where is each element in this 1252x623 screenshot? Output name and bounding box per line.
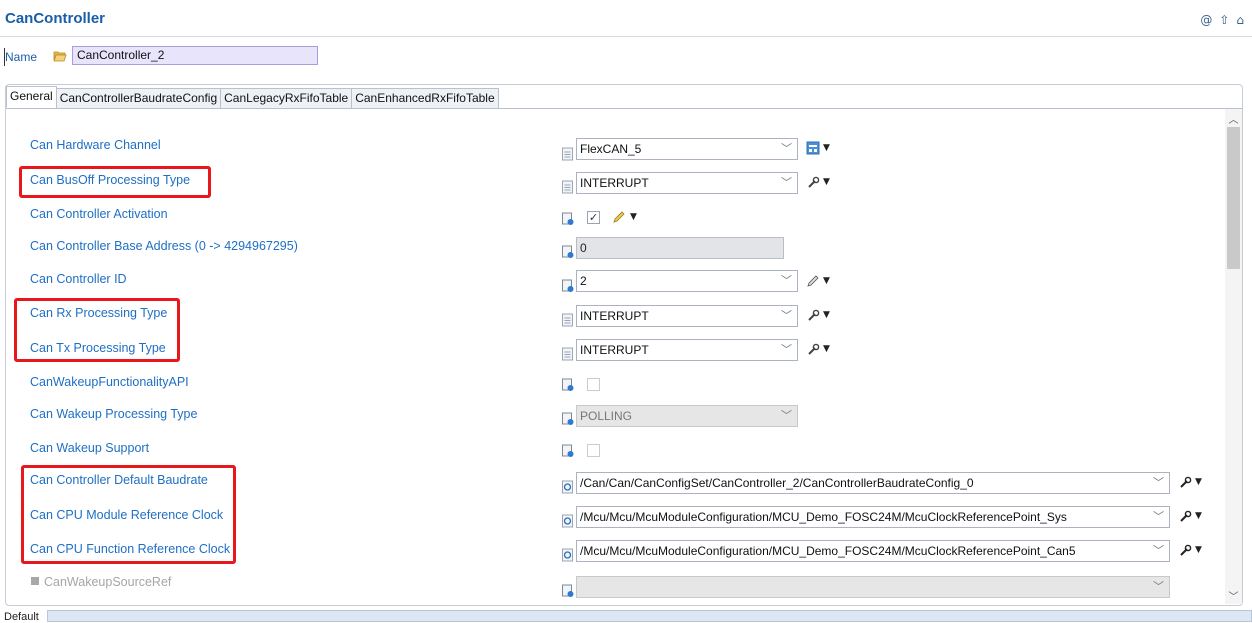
label-base-address: Can Controller Base Address (0 -> 429496…	[30, 239, 298, 253]
reference-config-icon	[562, 584, 574, 597]
header-toolbar: @ ⇧ ⌂	[1200, 13, 1244, 27]
document-icon	[562, 180, 573, 194]
wakeup-functionality-api-checkbox[interactable]	[587, 378, 600, 391]
dropdown-arrow-icon[interactable]: ▼	[823, 344, 830, 354]
editor-title: CanController	[5, 10, 106, 27]
chevron-down-icon: ﹀	[1153, 581, 1164, 593]
label-controller-id: Can Controller ID	[30, 272, 127, 286]
folder-open-icon	[53, 51, 67, 62]
dropdown-arrow-icon[interactable]: ▼	[1195, 511, 1202, 521]
label-wakeup-source-ref: CanWakeupSourceRef	[44, 575, 172, 589]
controller-id-value: 2	[580, 274, 587, 288]
chevron-down-icon: ﹀	[781, 275, 792, 287]
document-icon	[562, 313, 573, 327]
document-config-icon	[562, 245, 574, 258]
edit-pen-icon[interactable]	[806, 274, 820, 288]
dropdown-arrow-icon[interactable]: ▼	[823, 177, 830, 187]
name-field[interactable]: CanController_2	[72, 46, 318, 65]
wrench-icon[interactable]	[806, 176, 820, 190]
label-wakeup-support: Can Wakeup Support	[30, 441, 150, 455]
wrench-icon[interactable]	[806, 309, 820, 323]
base-address-field[interactable]: 0	[576, 237, 784, 259]
home-icon[interactable]: ⌂	[1236, 13, 1244, 27]
dropdown-arrow-icon[interactable]: ▼	[1195, 545, 1202, 555]
wakeup-support-checkbox[interactable]	[587, 444, 600, 457]
scroll-up-icon[interactable]: ︿	[1227, 111, 1240, 126]
controller-id-select[interactable]: 2 ﹀	[576, 270, 798, 292]
hardware-channel-value: FlexCAN_5	[580, 142, 642, 156]
wrench-icon[interactable]	[1178, 544, 1192, 558]
scroll-down-icon[interactable]: ﹀	[1227, 588, 1240, 603]
busoff-processing-select[interactable]: INTERRUPT ﹀	[576, 172, 798, 194]
document-icon	[562, 147, 573, 161]
rx-processing-select[interactable]: INTERRUPT ﹀	[576, 305, 798, 327]
default-baudrate-value: /Can/Can/CanConfigSet/CanController_2/Ca…	[580, 476, 974, 490]
tab-divider	[6, 108, 1242, 109]
up-arrow-icon[interactable]: ⇧	[1219, 13, 1229, 27]
highlight-rx-tx	[14, 298, 180, 362]
name-label: Name	[3, 48, 38, 66]
cpu-module-clock-select[interactable]: /Mcu/Mcu/McuModuleConfiguration/MCU_Demo…	[576, 506, 1170, 528]
cpu-function-clock-select[interactable]: /Mcu/Mcu/McuModuleConfiguration/MCU_Demo…	[576, 540, 1170, 562]
at-icon[interactable]: @	[1200, 13, 1212, 27]
reference-link-icon	[562, 514, 573, 528]
chevron-down-icon: ﹀	[781, 410, 792, 422]
cpu-function-clock-value: /Mcu/Mcu/McuModuleConfiguration/MCU_Demo…	[580, 544, 1076, 558]
chevron-down-icon: ﹀	[781, 177, 792, 189]
tx-processing-select[interactable]: INTERRUPT ﹀	[576, 339, 798, 361]
highlight-clock-refs	[21, 465, 236, 564]
highlight-busoff	[19, 166, 211, 198]
label-hardware-channel: Can Hardware Channel	[30, 138, 161, 152]
wrench-icon[interactable]	[1178, 476, 1192, 490]
wrench-icon[interactable]	[1178, 510, 1192, 524]
tab-bar: General CanControllerBaudrateConfig CanL…	[6, 86, 499, 108]
tab-baudrate-config[interactable]: CanControllerBaudrateConfig	[55, 88, 222, 108]
dropdown-arrow-icon[interactable]: ▼	[630, 212, 637, 222]
label-controller-activation: Can Controller Activation	[30, 207, 168, 221]
dropdown-arrow-icon[interactable]: ▼	[823, 143, 830, 153]
label-wakeup-functionality-api: CanWakeupFunctionalityAPI	[30, 375, 189, 389]
wrench-icon[interactable]	[806, 343, 820, 357]
bottom-tab-strip	[47, 610, 1252, 622]
tab-enhanced-rx-fifo[interactable]: CanEnhancedRxFifoTable	[351, 88, 499, 108]
document-config-icon	[562, 444, 574, 457]
wakeup-source-ref-select[interactable]: ﹀	[576, 576, 1170, 598]
wakeup-processing-select[interactable]: POLLING ﹀	[576, 405, 798, 427]
cpu-module-clock-value: /Mcu/Mcu/McuModuleConfiguration/MCU_Demo…	[580, 510, 1067, 524]
label-wakeup-processing: Can Wakeup Processing Type	[30, 407, 198, 421]
scrollbar-thumb[interactable]	[1227, 127, 1240, 269]
reference-link-icon	[562, 548, 573, 562]
dropdown-arrow-icon[interactable]: ▼	[823, 276, 830, 286]
rx-processing-value: INTERRUPT	[580, 309, 649, 323]
tx-processing-value: INTERRUPT	[580, 343, 649, 357]
chevron-down-icon: ﹀	[1153, 477, 1164, 489]
default-tab[interactable]: Default	[4, 611, 39, 623]
document-icon	[562, 347, 573, 361]
default-baudrate-select[interactable]: /Can/Can/CanConfigSet/CanController_2/Ca…	[576, 472, 1170, 494]
document-config-icon	[562, 378, 574, 391]
hardware-channel-select[interactable]: FlexCAN_5 ﹀	[576, 138, 798, 160]
pencil-icon[interactable]	[612, 210, 626, 224]
chevron-down-icon: ﹀	[1153, 511, 1164, 523]
wakeup-processing-value: POLLING	[580, 409, 633, 423]
disabled-bullet-icon	[31, 577, 39, 585]
dropdown-arrow-icon[interactable]: ▼	[1195, 477, 1202, 487]
document-config-icon	[562, 279, 574, 292]
busoff-processing-value: INTERRUPT	[580, 176, 649, 190]
table-calc-icon[interactable]	[806, 141, 820, 155]
controller-activation-checkbox[interactable]: ✓	[587, 211, 600, 224]
dropdown-arrow-icon[interactable]: ▼	[823, 310, 830, 320]
tab-legacy-rx-fifo[interactable]: CanLegacyRxFifoTable	[220, 88, 353, 108]
chevron-down-icon: ﹀	[1153, 545, 1164, 557]
reference-link-icon	[562, 480, 573, 494]
chevron-down-icon: ﹀	[781, 310, 792, 322]
tab-general[interactable]: General	[6, 86, 57, 108]
chevron-down-icon: ﹀	[781, 344, 792, 356]
chevron-down-icon: ﹀	[781, 143, 792, 155]
header-divider	[0, 36, 1252, 37]
document-config-icon	[562, 212, 574, 225]
document-config-icon	[562, 412, 574, 425]
